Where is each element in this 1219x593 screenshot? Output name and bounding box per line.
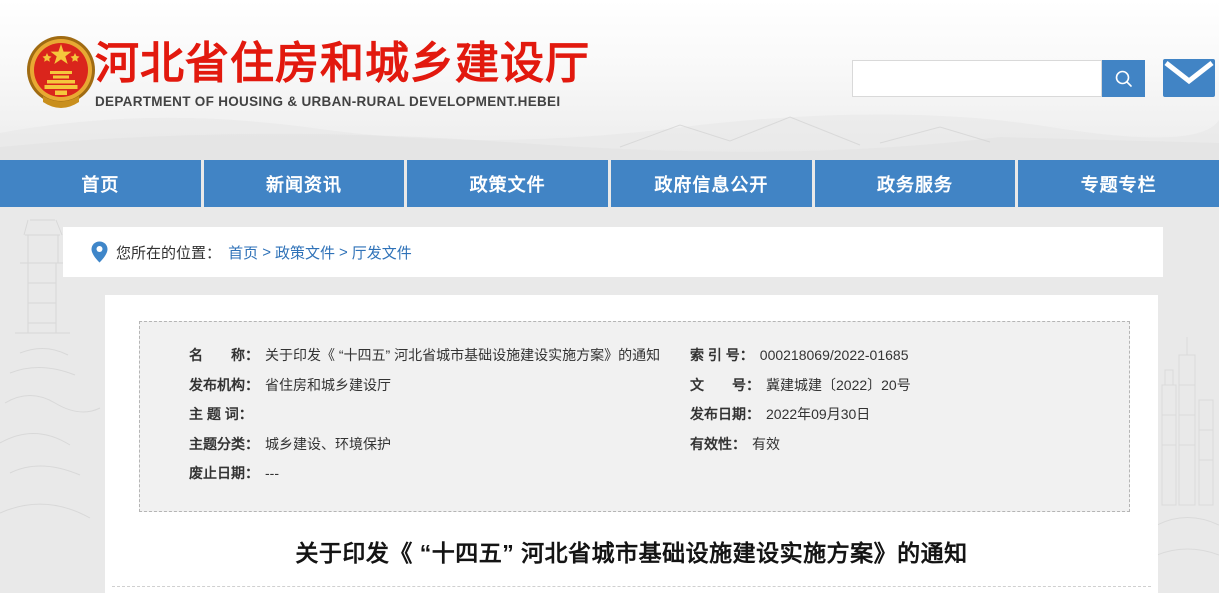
meta-row-document-number: 文 号： 冀建城建〔2022〕20号 bbox=[690, 371, 911, 401]
nav-item-government-info[interactable]: 政府信息公开 bbox=[611, 160, 812, 207]
meta-row-subject-category: 主题分类： 城乡建设、环境保护 bbox=[189, 430, 660, 460]
site-title: 河北省住房和城乡建设厅 bbox=[95, 40, 590, 88]
meta-label: 发布机构： bbox=[189, 371, 259, 401]
breadcrumb-link-home[interactable]: 首页 bbox=[228, 242, 258, 263]
nav-item-home[interactable]: 首页 bbox=[0, 160, 201, 207]
document-title: 关于印发《 “十四五” 河北省城市基础设施建设实施方案》的通知 bbox=[105, 534, 1158, 568]
national-emblem-icon bbox=[25, 32, 97, 114]
search-icon bbox=[1113, 68, 1135, 90]
breadcrumb-separator: > bbox=[262, 244, 271, 261]
nav-item-services[interactable]: 政务服务 bbox=[815, 160, 1016, 207]
content-panel: 名 称： 关于印发《 “十四五” 河北省城市基础设施建设实施方案》的通知 发布机… bbox=[105, 295, 1158, 593]
search-input[interactable] bbox=[852, 60, 1102, 97]
page: 河北省住房和城乡建设厅 DEPARTMENT OF HOUSING & URBA… bbox=[0, 0, 1219, 593]
location-pin-icon bbox=[91, 241, 108, 263]
meta-label: 文 号： bbox=[690, 371, 760, 401]
meta-label: 主题分类： bbox=[189, 430, 259, 460]
meta-value: 有效 bbox=[752, 430, 780, 460]
site-titles: 河北省住房和城乡建设厅 DEPARTMENT OF HOUSING & URBA… bbox=[95, 40, 590, 109]
mail-button[interactable] bbox=[1163, 59, 1215, 97]
nav-item-special-topics[interactable]: 专题专栏 bbox=[1018, 160, 1219, 207]
site-logo-link[interactable] bbox=[25, 32, 97, 114]
nav-item-news[interactable]: 新闻资讯 bbox=[204, 160, 405, 207]
meta-row-subject-words: 主 题 词： bbox=[189, 400, 660, 430]
meta-column-left: 名 称： 关于印发《 “十四五” 河北省城市基础设施建设实施方案》的通知 发布机… bbox=[189, 341, 660, 489]
breadcrumb-separator: > bbox=[339, 244, 348, 261]
meta-row-name: 名 称： 关于印发《 “十四五” 河北省城市基础设施建设实施方案》的通知 bbox=[189, 341, 660, 371]
meta-label: 发布日期： bbox=[690, 400, 760, 430]
meta-column-right: 索 引 号： 000218069/2022-01685 文 号： 冀建城建〔20… bbox=[690, 341, 911, 459]
search-button[interactable] bbox=[1102, 60, 1145, 97]
meta-label: 废止日期： bbox=[189, 459, 259, 489]
meta-value: 冀建城建〔2022〕20号 bbox=[766, 371, 911, 401]
meta-row-repeal-date: 废止日期： --- bbox=[189, 459, 660, 489]
meta-value: 关于印发《 “十四五” 河北省城市基础设施建设实施方案》的通知 bbox=[265, 341, 660, 371]
meta-label: 主 题 词： bbox=[189, 400, 253, 430]
meta-value: 2022年09月30日 bbox=[766, 400, 870, 430]
title-divider bbox=[112, 586, 1151, 587]
meta-row-issuing-agency: 发布机构： 省住房和城乡建设厅 bbox=[189, 371, 660, 401]
main-nav: 首页 新闻资讯 政策文件 政府信息公开 政务服务 专题专栏 bbox=[0, 160, 1219, 207]
meta-value: 000218069/2022-01685 bbox=[760, 341, 909, 371]
breadcrumb-link-dept-docs[interactable]: 厅发文件 bbox=[352, 242, 412, 263]
site-header: 河北省住房和城乡建设厅 DEPARTMENT OF HOUSING & URBA… bbox=[0, 0, 1219, 160]
meta-label: 有效性： bbox=[690, 430, 746, 460]
document-meta-box: 名 称： 关于印发《 “十四五” 河北省城市基础设施建设实施方案》的通知 发布机… bbox=[139, 321, 1130, 512]
meta-value: --- bbox=[265, 459, 279, 489]
site-subtitle: DEPARTMENT OF HOUSING & URBAN-RURAL DEVE… bbox=[95, 94, 590, 109]
nav-item-policy-documents[interactable]: 政策文件 bbox=[407, 160, 608, 207]
meta-row-publish-date: 发布日期： 2022年09月30日 bbox=[690, 400, 911, 430]
breadcrumb-prefix: 您所在的位置： bbox=[116, 242, 225, 263]
breadcrumb: 您所在的位置： 首页 > 政策文件 > 厅发文件 bbox=[63, 227, 1163, 277]
meta-value: 省住房和城乡建设厅 bbox=[265, 371, 391, 401]
meta-row-index-number: 索 引 号： 000218069/2022-01685 bbox=[690, 341, 911, 371]
breadcrumb-link-policy[interactable]: 政策文件 bbox=[275, 242, 335, 263]
meta-row-validity: 有效性： 有效 bbox=[690, 430, 911, 460]
meta-value: 城乡建设、环境保护 bbox=[265, 430, 391, 460]
meta-label: 名 称： bbox=[189, 341, 259, 371]
mail-icon bbox=[1163, 59, 1215, 97]
meta-label: 索 引 号： bbox=[690, 341, 754, 371]
right-watermark-illustration bbox=[1157, 325, 1219, 575]
